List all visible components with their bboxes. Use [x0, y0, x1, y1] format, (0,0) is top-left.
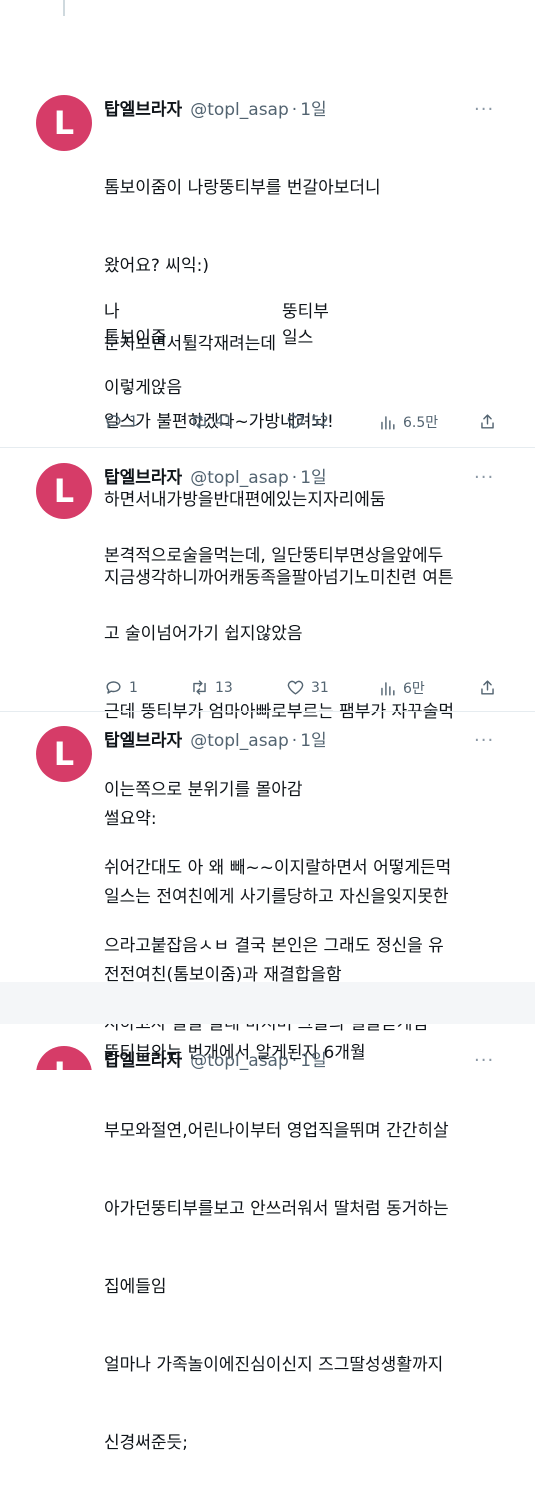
seating-row: 톰보이줌 일스	[104, 325, 504, 351]
avatar-letter: L	[53, 472, 75, 510]
text-line: 아가던뚱티부를보고 안쓰러워서 딸처럼 동거하는	[104, 1199, 449, 1219]
avatar[interactable]: L	[36, 463, 92, 519]
author-handle[interactable]: @topl_asap	[190, 731, 289, 751]
text-line: 일스는 전여친에게 사기를당하고 자신을잊지못한	[104, 887, 449, 907]
author-name[interactable]: 탑엘브라자	[104, 95, 182, 120]
avatar-letter: L	[54, 1055, 74, 1070]
views-count: 6만	[403, 681, 425, 697]
more-options-icon[interactable]: ···	[474, 730, 494, 751]
reply-icon	[106, 681, 121, 694]
text-line: 본격적으로술을먹는데, 일단뚱티부면상을앞에두	[104, 546, 444, 566]
separator-dot: ·	[291, 1051, 298, 1070]
separator-dot: ·	[291, 100, 298, 120]
author-name[interactable]: 탑엘브라자	[104, 726, 182, 751]
tweet-header: 탑엘브라자 @topl_asap · 1일	[104, 463, 327, 488]
seating-cell: 톰보이줌	[104, 328, 167, 348]
tweet-actions: 1 13 31 6만	[104, 678, 504, 698]
avatar-letter: L	[53, 735, 75, 773]
seating-cell: 뚱티부	[282, 302, 329, 322]
text-line: 부모와절연,어린나이부터 영업직을뛰며 간간히살	[104, 1121, 449, 1141]
tweet-1[interactable]: L 탑엘브라자 @topl_asap · 1일 ··· 톰보이줌이 나랑뚱티부를…	[0, 95, 535, 588]
heart-icon	[287, 680, 304, 695]
tweet-text: 썰요약: 일스는 전여친에게 사기를당하고 자신을잊지못한 전전여친(톰보이줌)…	[104, 754, 524, 1508]
views-chart-icon	[381, 681, 395, 696]
seating-cell: 나	[104, 302, 120, 322]
tweet-time[interactable]: 1일	[300, 1046, 326, 1070]
text-line: 톰보이줌이 나랑뚱티부를 번갈아보더니	[104, 178, 381, 198]
share-button[interactable]	[478, 412, 497, 431]
author-handle[interactable]: @topl_asap	[190, 100, 289, 120]
avatar[interactable]: L	[36, 95, 92, 151]
separator-dot: ·	[291, 731, 298, 751]
views-button[interactable]: 6.5만	[378, 412, 438, 432]
like-count: 52	[311, 413, 329, 430]
heart-icon	[287, 414, 304, 429]
text-line: 근데 뚱티부가 엄마아빠로부르는 팸부가 자꾸술먹	[104, 702, 455, 722]
more-options-icon[interactable]: ···	[474, 99, 494, 120]
seating-row: 나 뚱티부	[104, 299, 504, 325]
tweet-4[interactable]: L 탑엘브라자 @topl_asap · 1일 ···	[0, 1046, 535, 1070]
retweet-count: 13	[215, 679, 233, 696]
text-line: 왔어요? 씨익:)	[104, 256, 209, 276]
screenshot-separator	[0, 982, 535, 1024]
retweet-icon	[193, 680, 206, 695]
author-name[interactable]: 탑엘브라자	[104, 463, 182, 488]
avatar[interactable]: L	[36, 726, 92, 782]
reply-button[interactable]: 1	[104, 678, 138, 697]
share-icon	[481, 414, 494, 429]
reply-count: 1	[129, 413, 138, 430]
tweet-time[interactable]: 1일	[300, 95, 326, 120]
text-line: 신경써준듯;	[104, 1433, 188, 1453]
retweet-button[interactable]: 13	[190, 678, 233, 697]
like-button[interactable]: 52	[286, 412, 329, 431]
thread-connector-line	[63, 0, 65, 16]
seating-cell: 일스	[282, 328, 314, 348]
text-line: 이렇게앉음	[104, 378, 183, 398]
reply-button[interactable]: 1	[104, 412, 138, 431]
like-button[interactable]: 31	[286, 678, 329, 697]
author-name[interactable]: 탑엘브라자	[104, 1046, 182, 1070]
reply-icon	[106, 415, 121, 428]
text-line: 집에들임	[104, 1277, 167, 1297]
avatar[interactable]: L	[36, 1046, 92, 1070]
retweet-icon	[193, 414, 206, 429]
tweet-time[interactable]: 1일	[300, 726, 326, 751]
share-icon	[481, 680, 494, 695]
tweet-divider	[0, 711, 535, 712]
tweet-divider	[0, 447, 535, 448]
like-count: 31	[311, 679, 329, 696]
separator-dot: ·	[291, 468, 298, 488]
tweet-time[interactable]: 1일	[300, 463, 326, 488]
tweet-header: 탑엘브라자 @topl_asap · 1일	[104, 726, 327, 751]
retweet-button[interactable]: 41	[190, 412, 233, 431]
views-chart-icon	[381, 415, 395, 430]
avatar-letter: L	[53, 104, 75, 142]
tweet-3[interactable]: L 탑엘브라자 @topl_asap · 1일 ··· 썰요약: 일스는 전여친…	[0, 726, 535, 1453]
more-options-icon[interactable]: ···	[474, 467, 494, 488]
reply-count: 1	[129, 679, 138, 696]
views-button[interactable]: 6만	[378, 678, 425, 698]
text-line: 고 술이넘어가기 쉽지않았음	[104, 624, 303, 644]
text-line: 얼마나 가족놀이에진심이신지 즈그딸성생활까지	[104, 1355, 444, 1375]
more-options-icon[interactable]: ···	[474, 1050, 494, 1070]
author-handle[interactable]: @topl_asap	[190, 1051, 289, 1070]
seating-table: 나 뚱티부 톰보이줌 일스	[104, 299, 504, 351]
tweet-actions: 1 41 52 6.5만	[104, 412, 504, 432]
tweet-2[interactable]: L 탑엘브라자 @topl_asap · 1일 ··· 본격적으로술을먹는데, …	[0, 463, 535, 1034]
text-line: 썰요약:	[104, 809, 157, 829]
share-button[interactable]	[478, 678, 497, 697]
author-handle[interactable]: @topl_asap	[190, 468, 289, 488]
retweet-count: 41	[215, 413, 233, 430]
tweet-header: 탑엘브라자 @topl_asap · 1일	[104, 1046, 327, 1070]
closing-text: 이렇게앉음	[104, 375, 504, 401]
views-count: 6.5만	[403, 415, 439, 431]
tweet-header: 탑엘브라자 @topl_asap · 1일	[104, 95, 327, 120]
